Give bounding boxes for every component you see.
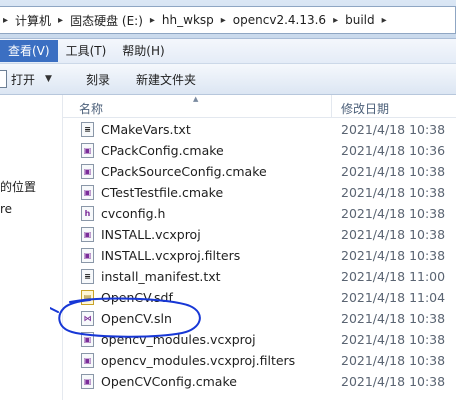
file-date: 2021/4/18 10:36 [341,143,446,158]
open-icon [0,70,7,88]
vcxproj-file-icon: ▣ [81,332,94,347]
chevron-right-icon[interactable]: ▸ [379,15,390,26]
file-date: 2021/4/18 10:38 [341,122,446,137]
file-name: INSTALL.vcxproj [101,227,201,242]
file-date: 2021/4/18 10:38 [341,185,446,200]
cmake-file-icon: ▣ [81,185,94,200]
file-row[interactable]: ▣ CPackSourceConfig.cmake 2021/4/18 10:3… [63,161,456,182]
new-folder-button[interactable]: 新建文件夹 [126,67,206,91]
column-modified[interactable]: 修改日期 [341,100,389,117]
file-name: opencv_modules.vcxproj.filters [101,353,296,368]
file-name: install_manifest.txt [101,269,221,284]
cmake-file-icon: ▣ [81,143,94,158]
chevron-right-icon[interactable]: ▸ [147,15,158,26]
nav-item-partial[interactable]: re [0,202,12,216]
file-date: 2021/4/18 10:38 [341,248,446,263]
file-date: 2021/4/18 11:00 [341,269,446,284]
menu-help[interactable]: 帮助(H) [114,40,172,62]
file-date: 2021/4/18 11:04 [341,290,446,305]
menu-bar: 查看(V) 工具(T) 帮助(H) [0,39,456,64]
file-row[interactable]: ≡ CMakeVars.txt 2021/4/18 10:38 [63,119,456,140]
file-row[interactable]: ▣ CPackConfig.cmake 2021/4/18 10:36 [63,140,456,161]
chevron-right-icon[interactable]: ▸ [55,15,66,26]
file-row[interactable]: ▣ opencv_modules.vcxproj.filters 2021/4/… [63,350,456,371]
toolbar: 打开 ▼ 刻录 新建文件夹 [0,64,456,95]
file-row[interactable]: ⋈ OpenCV.sln 2021/4/18 10:38 [63,308,456,329]
file-row[interactable]: ≡ install_manifest.txt 2021/4/18 11:00 [63,266,456,287]
breadcrumb-opencv[interactable]: opencv2.4.13.6 [229,7,330,33]
text-file-icon: ≡ [81,122,94,137]
sort-up-icon: ▲ [193,95,199,103]
chevron-right-icon[interactable]: ▸ [218,15,229,26]
file-name: INSTALL.vcxproj.filters [101,248,241,263]
breadcrumb[interactable]: ▸ 计算机 ▸ 固态硬盘 (E:) ▸ hh_wksp ▸ opencv2.4.… [0,6,456,34]
open-label: 打开 [11,72,36,87]
navigation-pane: 的位置 re [0,95,63,400]
file-date: 2021/4/18 10:38 [341,164,446,179]
header-file-icon: h [81,206,94,221]
menu-view[interactable]: 查看(V) [0,40,58,62]
file-date: 2021/4/18 10:38 [341,353,446,368]
file-list: ▲ 名称 修改日期 ≡ CMakeVars.txt 2021/4/18 10:3… [63,95,456,400]
burn-button[interactable]: 刻录 [76,67,120,91]
file-name: opencv_modules.vcxproj [101,332,256,347]
chevron-right-icon[interactable]: ▸ [330,15,341,26]
file-row[interactable]: h cvconfig.h 2021/4/18 10:38 [63,203,456,224]
file-name: cvconfig.h [101,206,166,221]
nav-item-recent-places[interactable]: 的位置 [0,178,36,195]
cmake-file-icon: ▣ [81,164,94,179]
column-header: ▲ 名称 修改日期 [63,95,456,118]
breadcrumb-computer[interactable]: 计算机 [11,7,55,33]
breadcrumb-drive[interactable]: 固态硬盘 (E:) [66,7,147,33]
file-name: OpenCV.sln [101,311,172,326]
column-divider[interactable] [331,95,332,117]
vcxproj-file-icon: ▣ [81,227,94,242]
cmake-file-icon: ▣ [81,374,94,389]
file-name: CMakeVars.txt [101,122,191,137]
address-bar: ▸ 计算机 ▸ 固态硬盘 (E:) ▸ hh_wksp ▸ opencv2.4.… [0,0,456,39]
filters-file-icon: ▣ [81,248,94,263]
breadcrumb-hh-wksp[interactable]: hh_wksp [158,7,218,33]
open-button[interactable]: 打开 ▼ [0,67,62,91]
column-name[interactable]: 名称 [79,100,103,117]
menu-tools[interactable]: 工具(T) [58,40,115,62]
breadcrumb-build[interactable]: build [341,7,379,33]
file-date: 2021/4/18 10:38 [341,311,446,326]
file-date: 2021/4/18 10:38 [341,332,446,347]
file-name: OpenCVConfig.cmake [101,374,237,389]
file-name: CPackSourceConfig.cmake [101,164,267,179]
file-row[interactable]: ▣ INSTALL.vcxproj 2021/4/18 10:38 [63,224,456,245]
file-row[interactable]: ▤ OpenCV.sdf 2021/4/18 11:04 [63,287,456,308]
file-date: 2021/4/18 10:38 [341,206,446,221]
vs-solution-icon: ⋈ [81,311,94,326]
filters-file-icon: ▣ [81,353,94,368]
file-row[interactable]: ▣ opencv_modules.vcxproj 2021/4/18 10:38 [63,329,456,350]
file-row[interactable]: ▣ INSTALL.vcxproj.filters 2021/4/18 10:3… [63,245,456,266]
chevron-right-icon[interactable]: ▸ [0,15,11,26]
file-name: CTestTestfile.cmake [101,185,224,200]
file-row[interactable]: ▣ CTestTestfile.cmake 2021/4/18 10:38 [63,182,456,203]
database-file-icon: ▤ [81,290,94,305]
file-row[interactable]: ▣ OpenCVConfig.cmake 2021/4/18 10:38 [63,371,456,392]
dropdown-arrow-icon[interactable]: ▼ [45,74,52,84]
text-file-icon: ≡ [81,269,94,284]
file-name: CPackConfig.cmake [101,143,224,158]
file-date: 2021/4/18 10:38 [341,227,446,242]
file-rows: ≡ CMakeVars.txt 2021/4/18 10:38 ▣ CPackC… [63,119,456,392]
file-date: 2021/4/18 10:38 [341,374,446,389]
file-name: OpenCV.sdf [101,290,173,305]
